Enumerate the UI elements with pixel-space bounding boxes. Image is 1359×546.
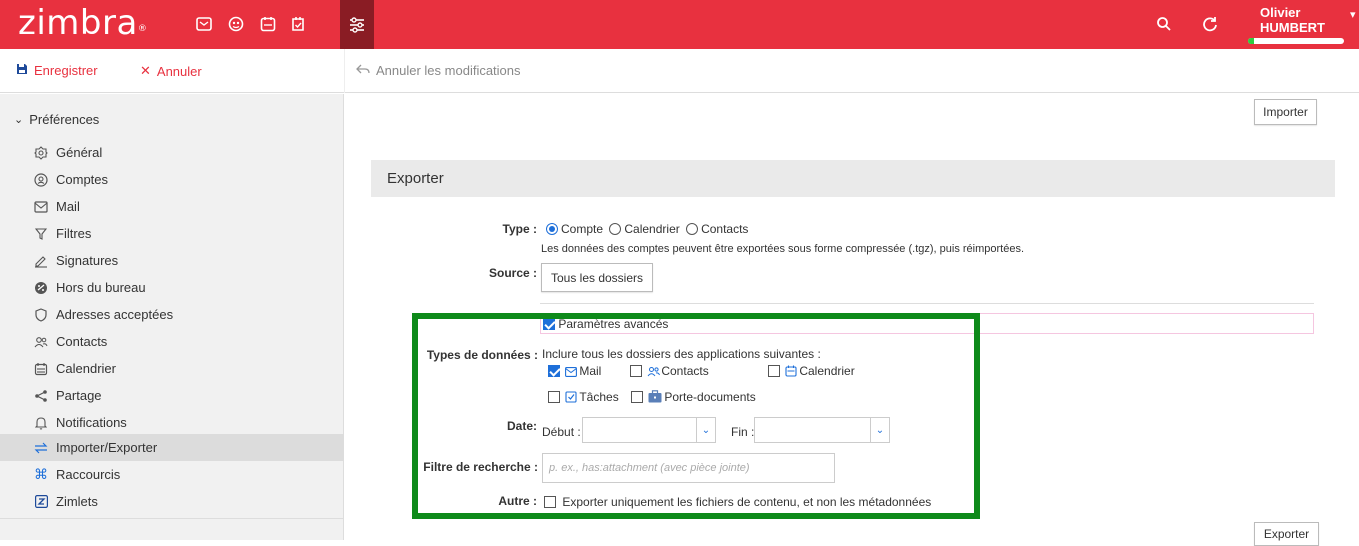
sidebar-item-label: Signatures: [56, 253, 119, 268]
cancel-label: Annuler: [156, 63, 202, 79]
import-button[interactable]: Importer: [1254, 99, 1317, 125]
radio-calendar[interactable]: [609, 223, 622, 235]
radio-account[interactable]: [546, 223, 558, 235]
cancel-button[interactable]: ✕ Annuler: [140, 63, 202, 79]
signature-icon: [34, 254, 48, 268]
sidebar-item-label: Importer/Exporter: [56, 440, 158, 455]
calendar-app-icon[interactable]: [258, 14, 278, 34]
mail-app-icon[interactable]: [194, 14, 214, 34]
sidebar-item-label: Général: [56, 145, 103, 160]
sidebar-item-signatures[interactable]: Signatures: [0, 247, 344, 274]
radio-contacts[interactable]: [686, 223, 699, 235]
radio-calendar-label: Calendrier: [624, 222, 680, 236]
sidebar-item-calendar[interactable]: Calendrier: [0, 355, 344, 382]
chevron-down-icon: ⌄: [14, 114, 24, 126]
main-content: Importer Exporter Type : Compte Calendri…: [345, 94, 1359, 546]
share-icon: [34, 389, 48, 403]
tasks-app-icon[interactable]: [288, 14, 308, 34]
sidebar-item-shortcuts[interactable]: ⌘ Raccourcis: [0, 461, 344, 488]
mail-icon: [34, 200, 48, 214]
radio-contacts-label: Contacts: [701, 222, 749, 236]
sidebar-item-accepted-addresses[interactable]: Adresses acceptées: [0, 301, 344, 328]
save-icon: [16, 63, 28, 78]
sidebar: ⌄ Préférences Général Comptes Mail Filtr…: [0, 94, 344, 540]
sidebar-item-import-export[interactable]: Importer/Exporter: [0, 434, 344, 461]
highlight-annotation-box: [412, 313, 980, 519]
shield-icon: [34, 307, 48, 322]
undo-changes-button[interactable]: Annuler les modifications: [356, 63, 521, 78]
import-export-icon: [34, 441, 48, 455]
sidebar-item-label: Calendrier: [56, 361, 116, 376]
undo-label: Annuler les modifications: [376, 63, 521, 78]
sidebar-item-label: Mail: [56, 199, 80, 214]
preferences-header[interactable]: ⌄ Préférences: [14, 112, 99, 127]
export-button[interactable]: Exporter: [1254, 522, 1319, 546]
sidebar-item-label: Notifications: [56, 415, 127, 430]
shortcut-icon: ⌘: [34, 466, 48, 482]
source-label: Source :: [488, 266, 537, 280]
sidebar-divider: [0, 518, 344, 519]
calendar-icon: [34, 362, 48, 376]
source-folders-button[interactable]: Tous les dossiers: [541, 263, 653, 292]
user-name[interactable]: Olivier HUMBERT: [1260, 5, 1359, 35]
search-icon[interactable]: [1154, 14, 1174, 34]
general-icon: [34, 145, 48, 160]
export-section-title: Exporter: [371, 160, 1335, 197]
quota-bar: [1248, 38, 1344, 44]
undo-icon: [356, 63, 370, 78]
sidebar-item-mail[interactable]: Mail: [0, 193, 344, 220]
sidebar-item-zimlets[interactable]: Zimlets: [0, 488, 344, 515]
sidebar-item-notifications[interactable]: Notifications: [0, 409, 344, 436]
type-help-text: Les données des comptes peuvent être exp…: [541, 243, 1025, 255]
sidebar-item-out-of-office[interactable]: Hors du bureau: [0, 274, 344, 301]
preferences-app-icon[interactable]: [340, 0, 374, 49]
sidebar-item-label: Adresses acceptées: [56, 307, 174, 322]
sidebar-item-label: Filtres: [56, 226, 92, 241]
preferences-title: Préférences: [29, 112, 100, 127]
filter-icon: [34, 227, 48, 241]
contacts-app-icon[interactable]: [226, 14, 246, 34]
sidebar-item-sharing[interactable]: Partage: [0, 382, 344, 409]
save-button[interactable]: Enregistrer: [16, 63, 98, 78]
quota-fill: [1248, 38, 1254, 44]
zimbra-logo[interactable]: zimbra®: [18, 3, 147, 43]
chevron-down-icon[interactable]: ▾: [1350, 8, 1356, 21]
contacts-icon: [34, 335, 48, 349]
sidebar-item-label: Hors du bureau: [56, 280, 146, 295]
close-icon: ✕: [140, 63, 151, 78]
sidebar-item-general[interactable]: Général: [0, 139, 344, 166]
sidebar-item-label: Zimlets: [56, 494, 98, 509]
refresh-icon[interactable]: [1200, 14, 1220, 34]
zimlet-icon: [34, 495, 48, 509]
save-label: Enregistrer: [34, 63, 98, 78]
type-options: Compte Calendrier Contacts: [546, 222, 748, 236]
divider: [540, 303, 1314, 304]
toolbar: Enregistrer ✕ Annuler Annuler les modifi…: [0, 49, 1359, 93]
out-of-office-icon: [34, 281, 48, 295]
sidebar-item-label: Contacts: [56, 334, 108, 349]
sidebar-item-filters[interactable]: Filtres: [0, 220, 344, 247]
sidebar-item-contacts[interactable]: Contacts: [0, 328, 344, 355]
type-label: Type :: [502, 222, 537, 236]
sidebar-item-accounts[interactable]: Comptes: [0, 166, 344, 193]
accounts-icon: [34, 172, 48, 187]
sidebar-item-label: Partage: [56, 388, 102, 403]
bell-icon: [34, 416, 48, 430]
radio-account-label: Compte: [561, 222, 604, 236]
top-bar: zimbra® Olivier HUMBERT ▾: [0, 0, 1359, 49]
sidebar-item-label: Comptes: [56, 172, 109, 187]
toolbar-separator: [344, 49, 345, 93]
sidebar-item-label: Raccourcis: [56, 467, 121, 482]
